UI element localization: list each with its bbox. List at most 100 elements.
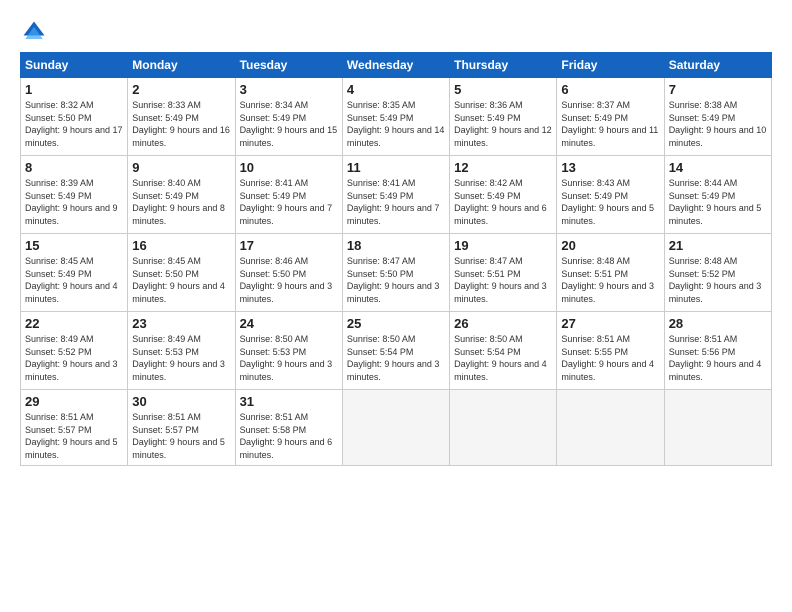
day-number: 10	[240, 160, 338, 175]
day-info: Sunrise: 8:49 AM Sunset: 5:53 PM Dayligh…	[132, 334, 225, 382]
day-info: Sunrise: 8:38 AM Sunset: 5:49 PM Dayligh…	[669, 100, 767, 148]
calendar-cell: 23 Sunrise: 8:49 AM Sunset: 5:53 PM Dayl…	[128, 312, 235, 390]
header	[20, 18, 772, 46]
calendar-cell: 24 Sunrise: 8:50 AM Sunset: 5:53 PM Dayl…	[235, 312, 342, 390]
day-info: Sunrise: 8:41 AM Sunset: 5:49 PM Dayligh…	[240, 178, 333, 226]
logo-icon	[20, 18, 48, 46]
calendar-cell: 22 Sunrise: 8:49 AM Sunset: 5:52 PM Dayl…	[21, 312, 128, 390]
calendar-cell: 19 Sunrise: 8:47 AM Sunset: 5:51 PM Dayl…	[450, 234, 557, 312]
calendar-cell: 4 Sunrise: 8:35 AM Sunset: 5:49 PM Dayli…	[342, 78, 449, 156]
day-info: Sunrise: 8:42 AM Sunset: 5:49 PM Dayligh…	[454, 178, 547, 226]
day-number: 4	[347, 82, 445, 97]
day-number: 24	[240, 316, 338, 331]
day-number: 1	[25, 82, 123, 97]
day-number: 2	[132, 82, 230, 97]
day-number: 12	[454, 160, 552, 175]
day-number: 16	[132, 238, 230, 253]
day-info: Sunrise: 8:48 AM Sunset: 5:51 PM Dayligh…	[561, 256, 654, 304]
calendar-cell: 14 Sunrise: 8:44 AM Sunset: 5:49 PM Dayl…	[664, 156, 771, 234]
calendar-cell: 1 Sunrise: 8:32 AM Sunset: 5:50 PM Dayli…	[21, 78, 128, 156]
day-number: 22	[25, 316, 123, 331]
calendar-cell: 18 Sunrise: 8:47 AM Sunset: 5:50 PM Dayl…	[342, 234, 449, 312]
day-info: Sunrise: 8:45 AM Sunset: 5:50 PM Dayligh…	[132, 256, 225, 304]
calendar-cell: 3 Sunrise: 8:34 AM Sunset: 5:49 PM Dayli…	[235, 78, 342, 156]
day-info: Sunrise: 8:51 AM Sunset: 5:55 PM Dayligh…	[561, 334, 654, 382]
calendar-cell	[557, 390, 664, 466]
calendar-header-saturday: Saturday	[664, 53, 771, 78]
calendar-cell: 7 Sunrise: 8:38 AM Sunset: 5:49 PM Dayli…	[664, 78, 771, 156]
day-info: Sunrise: 8:33 AM Sunset: 5:49 PM Dayligh…	[132, 100, 230, 148]
day-number: 18	[347, 238, 445, 253]
day-info: Sunrise: 8:41 AM Sunset: 5:49 PM Dayligh…	[347, 178, 440, 226]
calendar-cell: 11 Sunrise: 8:41 AM Sunset: 5:49 PM Dayl…	[342, 156, 449, 234]
day-info: Sunrise: 8:45 AM Sunset: 5:49 PM Dayligh…	[25, 256, 118, 304]
day-info: Sunrise: 8:48 AM Sunset: 5:52 PM Dayligh…	[669, 256, 762, 304]
calendar-cell	[664, 390, 771, 466]
calendar-header-friday: Friday	[557, 53, 664, 78]
calendar-cell: 20 Sunrise: 8:48 AM Sunset: 5:51 PM Dayl…	[557, 234, 664, 312]
day-info: Sunrise: 8:32 AM Sunset: 5:50 PM Dayligh…	[25, 100, 123, 148]
day-info: Sunrise: 8:51 AM Sunset: 5:57 PM Dayligh…	[132, 412, 225, 460]
day-info: Sunrise: 8:46 AM Sunset: 5:50 PM Dayligh…	[240, 256, 333, 304]
calendar-cell: 8 Sunrise: 8:39 AM Sunset: 5:49 PM Dayli…	[21, 156, 128, 234]
calendar-cell: 17 Sunrise: 8:46 AM Sunset: 5:50 PM Dayl…	[235, 234, 342, 312]
day-info: Sunrise: 8:47 AM Sunset: 5:51 PM Dayligh…	[454, 256, 547, 304]
day-number: 14	[669, 160, 767, 175]
calendar-cell: 16 Sunrise: 8:45 AM Sunset: 5:50 PM Dayl…	[128, 234, 235, 312]
day-info: Sunrise: 8:40 AM Sunset: 5:49 PM Dayligh…	[132, 178, 225, 226]
calendar-cell: 13 Sunrise: 8:43 AM Sunset: 5:49 PM Dayl…	[557, 156, 664, 234]
calendar-cell: 9 Sunrise: 8:40 AM Sunset: 5:49 PM Dayli…	[128, 156, 235, 234]
day-info: Sunrise: 8:37 AM Sunset: 5:49 PM Dayligh…	[561, 100, 658, 148]
calendar-cell: 6 Sunrise: 8:37 AM Sunset: 5:49 PM Dayli…	[557, 78, 664, 156]
day-info: Sunrise: 8:50 AM Sunset: 5:53 PM Dayligh…	[240, 334, 333, 382]
day-number: 9	[132, 160, 230, 175]
day-number: 30	[132, 394, 230, 409]
day-number: 27	[561, 316, 659, 331]
day-info: Sunrise: 8:47 AM Sunset: 5:50 PM Dayligh…	[347, 256, 440, 304]
day-info: Sunrise: 8:49 AM Sunset: 5:52 PM Dayligh…	[25, 334, 118, 382]
day-number: 25	[347, 316, 445, 331]
calendar-header-row: SundayMondayTuesdayWednesdayThursdayFrid…	[21, 53, 772, 78]
day-info: Sunrise: 8:51 AM Sunset: 5:58 PM Dayligh…	[240, 412, 333, 460]
calendar-cell: 25 Sunrise: 8:50 AM Sunset: 5:54 PM Dayl…	[342, 312, 449, 390]
day-number: 29	[25, 394, 123, 409]
calendar-cell: 2 Sunrise: 8:33 AM Sunset: 5:49 PM Dayli…	[128, 78, 235, 156]
logo	[20, 18, 52, 46]
day-number: 28	[669, 316, 767, 331]
day-info: Sunrise: 8:51 AM Sunset: 5:57 PM Dayligh…	[25, 412, 118, 460]
day-number: 15	[25, 238, 123, 253]
day-info: Sunrise: 8:36 AM Sunset: 5:49 PM Dayligh…	[454, 100, 552, 148]
calendar-cell: 30 Sunrise: 8:51 AM Sunset: 5:57 PM Dayl…	[128, 390, 235, 466]
calendar-header-sunday: Sunday	[21, 53, 128, 78]
calendar-cell: 26 Sunrise: 8:50 AM Sunset: 5:54 PM Dayl…	[450, 312, 557, 390]
day-info: Sunrise: 8:34 AM Sunset: 5:49 PM Dayligh…	[240, 100, 338, 148]
day-number: 11	[347, 160, 445, 175]
day-number: 19	[454, 238, 552, 253]
day-number: 6	[561, 82, 659, 97]
day-number: 21	[669, 238, 767, 253]
day-number: 26	[454, 316, 552, 331]
day-number: 3	[240, 82, 338, 97]
day-info: Sunrise: 8:51 AM Sunset: 5:56 PM Dayligh…	[669, 334, 762, 382]
calendar-header-monday: Monday	[128, 53, 235, 78]
day-info: Sunrise: 8:39 AM Sunset: 5:49 PM Dayligh…	[25, 178, 118, 226]
day-number: 13	[561, 160, 659, 175]
day-number: 8	[25, 160, 123, 175]
calendar-header-tuesday: Tuesday	[235, 53, 342, 78]
calendar-cell: 12 Sunrise: 8:42 AM Sunset: 5:49 PM Dayl…	[450, 156, 557, 234]
calendar-cell: 21 Sunrise: 8:48 AM Sunset: 5:52 PM Dayl…	[664, 234, 771, 312]
day-number: 20	[561, 238, 659, 253]
day-info: Sunrise: 8:44 AM Sunset: 5:49 PM Dayligh…	[669, 178, 762, 226]
calendar-header-thursday: Thursday	[450, 53, 557, 78]
calendar-cell: 15 Sunrise: 8:45 AM Sunset: 5:49 PM Dayl…	[21, 234, 128, 312]
day-info: Sunrise: 8:35 AM Sunset: 5:49 PM Dayligh…	[347, 100, 445, 148]
calendar-cell: 29 Sunrise: 8:51 AM Sunset: 5:57 PM Dayl…	[21, 390, 128, 466]
day-info: Sunrise: 8:43 AM Sunset: 5:49 PM Dayligh…	[561, 178, 654, 226]
page-container: SundayMondayTuesdayWednesdayThursdayFrid…	[0, 0, 792, 476]
day-info: Sunrise: 8:50 AM Sunset: 5:54 PM Dayligh…	[454, 334, 547, 382]
day-number: 7	[669, 82, 767, 97]
day-number: 5	[454, 82, 552, 97]
calendar-header-wednesday: Wednesday	[342, 53, 449, 78]
calendar-cell	[450, 390, 557, 466]
calendar-cell: 5 Sunrise: 8:36 AM Sunset: 5:49 PM Dayli…	[450, 78, 557, 156]
